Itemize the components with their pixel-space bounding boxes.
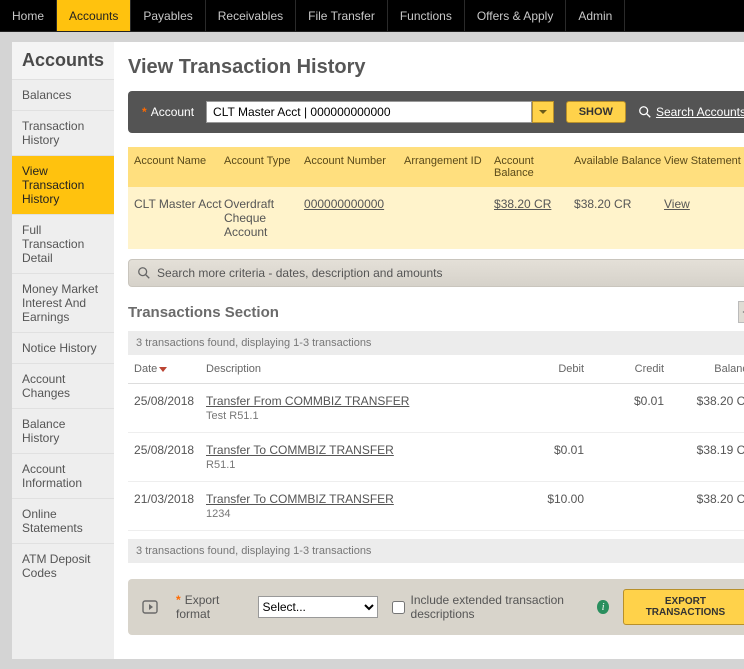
cell-name: CLT Master Acct bbox=[134, 197, 224, 239]
info-icon[interactable]: i bbox=[597, 600, 608, 614]
export-format-label: *Export format bbox=[176, 593, 244, 621]
tx-debit: $0.01 bbox=[524, 443, 584, 457]
sidebar-item-transaction-history[interactable]: Transaction History bbox=[12, 110, 114, 155]
results-count-bottom: 3 transactions found, displaying 1-3 tra… bbox=[128, 539, 744, 563]
sidebar-title: Accounts bbox=[12, 42, 114, 79]
sort-desc-icon bbox=[159, 367, 167, 372]
nav-tab-file-transfer[interactable]: File Transfer bbox=[296, 0, 388, 31]
col-type: Account Type bbox=[224, 155, 304, 179]
account-summary-table: Account Name Account Type Account Number… bbox=[128, 147, 744, 249]
account-selector-bar: *Account SHOW Search Accounts bbox=[128, 91, 744, 133]
col-num: Account Number bbox=[304, 155, 404, 179]
tx-row: 25/08/2018Transfer To COMMBIZ TRANSFER R5… bbox=[128, 433, 744, 482]
nav-tab-receivables[interactable]: Receivables bbox=[206, 0, 296, 31]
include-extended-checkbox[interactable] bbox=[392, 601, 405, 614]
cell-arrangement bbox=[404, 197, 494, 239]
tx-col-debit[interactable]: Debit bbox=[524, 363, 584, 375]
col-stmt: View Statement bbox=[664, 155, 744, 179]
account-dropdown-button[interactable] bbox=[532, 101, 554, 123]
sidebar-item-online-statements[interactable]: Online Statements bbox=[12, 498, 114, 543]
sidebar-item-balances[interactable]: Balances bbox=[12, 79, 114, 110]
col-arr: Arrangement ID bbox=[404, 155, 494, 179]
results-count-top: 3 transactions found, displaying 1-3 tra… bbox=[128, 331, 744, 355]
sidebar-item-view-transaction-history[interactable]: View Transaction History bbox=[12, 155, 114, 214]
settings-button[interactable] bbox=[738, 301, 744, 323]
tx-credit: $0.01 bbox=[584, 394, 664, 408]
page-title: View Transaction History bbox=[128, 52, 744, 91]
export-icon bbox=[140, 594, 162, 620]
account-input[interactable] bbox=[206, 101, 532, 123]
sidebar-item-notice-history[interactable]: Notice History bbox=[12, 332, 114, 363]
tx-desc: Transfer To COMMBIZ TRANSFER 1234 bbox=[206, 492, 524, 520]
sidebar: Accounts BalancesTransaction HistoryView… bbox=[12, 42, 114, 659]
export-transactions-button[interactable]: EXPORT TRANSACTIONS bbox=[623, 589, 744, 625]
tx-desc: Transfer From COMMBIZ TRANSFER Test R51.1 bbox=[206, 394, 524, 422]
sidebar-item-balance-history[interactable]: Balance History bbox=[12, 408, 114, 453]
cell-account-balance[interactable]: $38.20 CR bbox=[494, 197, 574, 239]
tx-header-row: Date Description Debit Credit Balance bbox=[128, 355, 744, 384]
top-nav: HomeAccountsPayablesReceivablesFile Tran… bbox=[0, 0, 744, 32]
search-accounts-link[interactable]: Search Accounts bbox=[638, 105, 744, 119]
nav-tab-accounts[interactable]: Accounts bbox=[57, 0, 131, 31]
cell-type: Overdraft Cheque Account bbox=[224, 197, 304, 239]
sidebar-item-atm-deposit-codes[interactable]: ATM Deposit Codes bbox=[12, 543, 114, 588]
tx-row: 21/03/2018Transfer To COMMBIZ TRANSFER 12… bbox=[128, 482, 744, 531]
nav-tab-functions[interactable]: Functions bbox=[388, 0, 465, 31]
tx-col-date[interactable]: Date bbox=[134, 363, 206, 375]
sidebar-item-money-market-interest-and-earnings[interactable]: Money Market Interest And Earnings bbox=[12, 273, 114, 332]
tx-col-balance[interactable]: Balance bbox=[664, 363, 744, 375]
include-extended-label: Include extended transaction description… bbox=[411, 593, 592, 621]
required-mark: * bbox=[142, 105, 147, 119]
tx-desc-sub: 1234 bbox=[206, 508, 230, 520]
tx-desc-link[interactable]: Transfer From COMMBIZ TRANSFER bbox=[206, 394, 524, 408]
cell-account-number[interactable]: 000000000000 bbox=[304, 197, 404, 239]
cell-available-balance: $38.20 CR bbox=[574, 197, 664, 239]
tx-date: 25/08/2018 bbox=[134, 443, 206, 457]
sidebar-item-full-transaction-detail[interactable]: Full Transaction Detail bbox=[12, 214, 114, 273]
col-bal: Account Balance bbox=[494, 155, 574, 179]
search-criteria-bar[interactable]: Search more criteria - dates, descriptio… bbox=[128, 259, 744, 287]
sidebar-item-account-information[interactable]: Account Information bbox=[12, 453, 114, 498]
tx-date: 21/03/2018 bbox=[134, 492, 206, 506]
export-format-select[interactable]: Select... bbox=[258, 596, 378, 618]
account-summary-row: CLT Master Acct Overdraft Cheque Account… bbox=[128, 187, 744, 249]
search-icon bbox=[638, 105, 652, 119]
nav-tab-offers-apply[interactable]: Offers & Apply bbox=[465, 0, 566, 31]
account-label: *Account bbox=[142, 105, 194, 119]
tx-desc-link[interactable]: Transfer To COMMBIZ TRANSFER bbox=[206, 492, 524, 506]
include-extended-checkbox-group: Include extended transaction description… bbox=[392, 593, 609, 621]
tx-balance: $38.20 CR bbox=[664, 492, 744, 506]
col-avail: Available Balance bbox=[574, 155, 664, 179]
tx-balance: $38.19 CR bbox=[664, 443, 744, 457]
sidebar-item-account-changes[interactable]: Account Changes bbox=[12, 363, 114, 408]
tx-balance: $38.20 CR bbox=[664, 394, 744, 408]
transactions-title: Transactions Section bbox=[128, 304, 279, 321]
nav-tab-payables[interactable]: Payables bbox=[131, 0, 205, 31]
tx-debit: $10.00 bbox=[524, 492, 584, 506]
tx-desc: Transfer To COMMBIZ TRANSFER R51.1 bbox=[206, 443, 524, 471]
nav-tab-admin[interactable]: Admin bbox=[566, 0, 625, 31]
col-name: Account Name bbox=[134, 155, 224, 179]
account-combobox[interactable] bbox=[206, 101, 554, 123]
export-bar: *Export format Select... Include extende… bbox=[128, 579, 744, 635]
tx-row: 25/08/2018Transfer From COMMBIZ TRANSFER… bbox=[128, 384, 744, 433]
nav-tab-home[interactable]: Home bbox=[0, 0, 57, 31]
tx-desc-sub: R51.1 bbox=[206, 459, 235, 471]
view-statement-link[interactable]: View bbox=[664, 197, 744, 239]
search-icon bbox=[137, 266, 151, 280]
account-summary-header: Account Name Account Type Account Number… bbox=[128, 147, 744, 187]
chevron-down-icon bbox=[538, 107, 548, 117]
search-criteria-label: Search more criteria - dates, descriptio… bbox=[157, 266, 442, 280]
transactions-section-header: Transactions Section bbox=[128, 301, 744, 323]
tx-date: 25/08/2018 bbox=[134, 394, 206, 408]
tx-desc-sub: Test R51.1 bbox=[206, 410, 259, 422]
tx-col-desc[interactable]: Description bbox=[206, 363, 524, 375]
main-content: View Transaction History *Account SHOW S… bbox=[114, 42, 744, 659]
tx-desc-link[interactable]: Transfer To COMMBIZ TRANSFER bbox=[206, 443, 524, 457]
required-mark: * bbox=[176, 593, 181, 607]
tx-col-credit[interactable]: Credit bbox=[584, 363, 664, 375]
show-button[interactable]: SHOW bbox=[566, 101, 626, 123]
